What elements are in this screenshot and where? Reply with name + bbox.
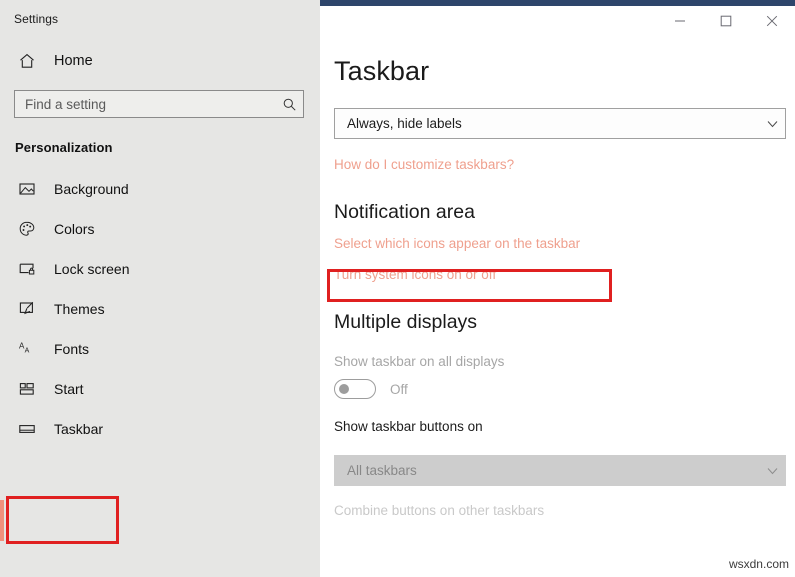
sidebar-item-fonts-label: Fonts — [54, 341, 90, 357]
home-icon — [16, 50, 38, 72]
toggle-knob — [339, 384, 349, 394]
lock-screen-icon — [16, 258, 38, 280]
settings-window: Settings Home Personalization — [0, 0, 795, 577]
sidebar-item-background[interactable]: Background — [0, 169, 320, 209]
show-taskbar-buttons-on-value: All taskbars — [347, 463, 417, 478]
sidebar-item-lock-screen[interactable]: Lock screen — [0, 249, 320, 289]
show-taskbar-buttons-on-combobox[interactable]: All taskbars — [334, 455, 786, 486]
select-icons-on-taskbar-link[interactable]: Select which icons appear on the taskbar — [334, 236, 580, 251]
sidebar-item-start-label: Start — [54, 381, 84, 397]
start-tiles-icon — [16, 378, 38, 400]
palette-icon — [16, 218, 38, 240]
sidebar-item-colors[interactable]: Colors — [0, 209, 320, 249]
content-pane: Taskbar Always, hide labels How do I cus… — [320, 0, 795, 577]
taskbar-icon — [16, 418, 38, 440]
sidebar-item-home-label: Home — [54, 53, 93, 69]
brush-icon — [16, 298, 38, 320]
sidebar-item-fonts[interactable]: A A Fonts — [0, 329, 320, 369]
multiple-displays-heading: Multiple displays — [334, 311, 478, 333]
sidebar-item-taskbar-label: Taskbar — [54, 421, 104, 437]
sidebar-nav-list: Background Colors Lock screen Themes A A… — [0, 169, 320, 449]
window-titlebar — [320, 0, 795, 42]
customize-taskbars-help-link[interactable]: How do I customize taskbars? — [334, 157, 514, 172]
search-box[interactable] — [14, 90, 304, 118]
window-accent-band — [320, 0, 795, 6]
picture-icon — [16, 178, 38, 200]
app-title: Settings — [14, 12, 59, 26]
close-button[interactable] — [749, 6, 795, 36]
show-taskbar-all-displays-toggle[interactable] — [334, 379, 376, 399]
sidebar-group-title: Personalization — [15, 140, 113, 155]
search-input[interactable] — [25, 96, 281, 112]
sidebar-item-home[interactable]: Home — [0, 46, 320, 76]
sidebar-item-taskbar[interactable]: Taskbar — [0, 409, 320, 449]
combine-buttons-other-taskbars-label: Combine buttons on other taskbars — [334, 503, 545, 518]
chevron-down-icon — [767, 466, 778, 475]
sidebar-item-colors-label: Colors — [54, 221, 95, 237]
selected-item-accent-bar — [0, 500, 4, 541]
notification-area-heading: Notification area — [334, 201, 475, 223]
toggle-state-label: Off — [390, 381, 408, 397]
svg-text:A: A — [25, 348, 30, 355]
sidebar: Settings Home Personalization — [0, 0, 320, 577]
turn-system-icons-link[interactable]: Turn system icons on or off — [334, 267, 496, 282]
sidebar-item-themes[interactable]: Themes — [0, 289, 320, 329]
minimize-button[interactable] — [657, 6, 703, 36]
taskbar-buttons-combobox[interactable]: Always, hide labels — [334, 108, 786, 139]
sidebar-item-themes-label: Themes — [54, 301, 105, 317]
sidebar-item-start[interactable]: Start — [0, 369, 320, 409]
show-taskbar-all-displays-toggle-row: Off — [334, 379, 795, 399]
sidebar-item-lock-screen-label: Lock screen — [54, 261, 130, 277]
chevron-down-icon — [767, 119, 778, 128]
fonts-icon: A A — [16, 338, 38, 360]
show-taskbar-buttons-on-label: Show taskbar buttons on — [334, 419, 483, 434]
sidebar-item-background-label: Background — [54, 181, 129, 197]
page-title: Taskbar — [334, 56, 430, 86]
taskbar-buttons-combobox-value: Always, hide labels — [347, 116, 462, 131]
maximize-button[interactable] — [703, 6, 749, 36]
watermark: wsxdn.com — [728, 557, 789, 571]
search-icon[interactable] — [281, 96, 297, 112]
show-taskbar-all-displays-label: Show taskbar on all displays — [334, 354, 505, 369]
